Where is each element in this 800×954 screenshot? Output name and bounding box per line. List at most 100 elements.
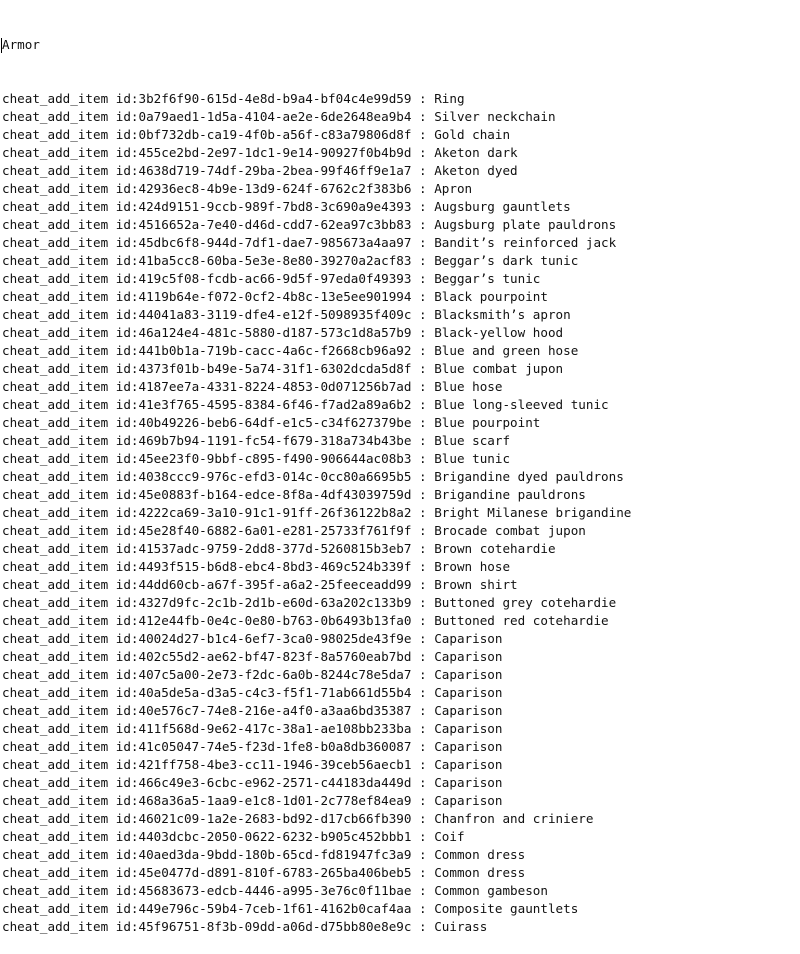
item-id: 40024d27-b1c4-6ef7-3ca0-98025de43f9e [138, 631, 412, 646]
item-id: 455ce2bd-2e97-1dc1-9e14-90927f0b4b9d [138, 145, 412, 160]
item-name: Brown cotehardie [434, 541, 556, 556]
separator: : [411, 883, 435, 898]
item-name: Caparison [434, 703, 503, 718]
item-name: Buttoned grey cotehardie [434, 595, 617, 610]
item-id: 4493f515-b6d8-ebc4-8bd3-469c524b339f [138, 559, 412, 574]
item-id: 44dd60cb-a67f-395f-a6a2-25feeceadd99 [138, 577, 412, 592]
command-keyword: cheat_add_item [2, 757, 109, 772]
item-name: Cuirass [434, 919, 488, 934]
command-keyword: cheat_add_item [2, 649, 109, 664]
command-line: cheat_add_item id:44041a83-3119-dfe4-e12… [2, 306, 800, 324]
item-id: 4119b64e-f072-0cf2-4b8c-13e5ee901994 [138, 289, 412, 304]
command-line: cheat_add_item id:40a5de5a-d3a5-c4c3-f5f… [2, 684, 800, 702]
id-prefix: id: [115, 487, 139, 502]
item-name: Blue and green hose [434, 343, 579, 358]
id-prefix: id: [115, 901, 139, 916]
id-prefix: id: [115, 433, 139, 448]
command-keyword: cheat_add_item [2, 451, 109, 466]
separator: : [411, 127, 435, 142]
item-id: 45dbc6f8-944d-7df1-dae7-985673a4aa97 [138, 235, 412, 250]
id-prefix: id: [115, 307, 139, 322]
command-keyword: cheat_add_item [2, 433, 109, 448]
command-keyword: cheat_add_item [2, 181, 109, 196]
id-prefix: id: [115, 199, 139, 214]
item-id: 40aed3da-9bdd-180b-65cd-fd81947fc3a9 [138, 847, 412, 862]
item-name: Bandit’s reinforced jack [434, 235, 617, 250]
item-name: Augsburg gauntlets [434, 199, 571, 214]
command-line: cheat_add_item id:4373f01b-b49e-5a74-31f… [2, 360, 800, 378]
separator: : [411, 595, 435, 610]
item-id: 469b7b94-1191-fc54-f679-318a734b43be [138, 433, 412, 448]
id-prefix: id: [115, 613, 139, 628]
separator: : [411, 217, 435, 232]
item-name: Caparison [434, 793, 503, 808]
command-line: cheat_add_item id:45e28f40-6882-6a01-e28… [2, 522, 800, 540]
item-name: Aketon dyed [434, 163, 518, 178]
command-line: cheat_add_item id:466c49e3-6cbc-e962-257… [2, 774, 800, 792]
command-keyword: cheat_add_item [2, 253, 109, 268]
item-name: Blacksmith’s apron [434, 307, 571, 322]
item-id: 4403dcbc-2050-0622-6232-b905c452bbb1 [138, 829, 412, 844]
separator: : [411, 163, 435, 178]
item-id: 411f568d-9e62-417c-38a1-ae108bb233ba [138, 721, 412, 736]
command-keyword: cheat_add_item [2, 325, 109, 340]
command-keyword: cheat_add_item [2, 379, 109, 394]
item-id: 45e28f40-6882-6a01-e281-25733f761f9f [138, 523, 412, 538]
command-keyword: cheat_add_item [2, 631, 109, 646]
separator: : [411, 307, 435, 322]
item-id: 421ff758-4be3-cc11-1946-39ceb56aecb1 [138, 757, 412, 772]
item-name: Blue scarf [434, 433, 511, 448]
separator: : [411, 379, 435, 394]
id-prefix: id: [115, 667, 139, 682]
separator: : [411, 199, 435, 214]
id-prefix: id: [115, 793, 139, 808]
separator: : [411, 919, 435, 934]
id-prefix: id: [115, 829, 139, 844]
command-line: cheat_add_item id:4038ccc9-976c-efd3-014… [2, 468, 800, 486]
separator: : [411, 415, 435, 430]
separator: : [411, 811, 435, 826]
id-prefix: id: [115, 685, 139, 700]
separator: : [411, 487, 435, 502]
text-editor[interactable]: Armor cheat_add_item id: 3b2f6f90-615d-4e… [1, 0, 800, 934]
command-line: cheat_add_item id:45e0883f-b164-edce-8f8… [2, 486, 800, 504]
command-keyword: cheat_add_item [2, 739, 109, 754]
item-id: 46a124e4-481c-5880-d187-573c1d8a57b9 [138, 325, 412, 340]
command-keyword: cheat_add_item [2, 145, 109, 160]
id-prefix: id: [115, 109, 139, 124]
separator: : [411, 649, 435, 664]
item-id: 45ee23f0-9bbf-c895-f490-906644ac08b3 [138, 451, 412, 466]
command-keyword: cheat_add_item [2, 901, 109, 916]
command-keyword: cheat_add_item [2, 397, 109, 412]
item-id: 412e44fb-0e4c-0e80-b763-0b6493b13fa0 [138, 613, 412, 628]
separator: : [411, 397, 435, 412]
command-keyword: cheat_add_item [2, 793, 109, 808]
id-prefix: id: [115, 523, 139, 538]
command-line: cheat_add_item id:41ba5cc8-60ba-5e3e-8e8… [2, 252, 800, 270]
separator: : [411, 829, 435, 844]
command-keyword: cheat_add_item [2, 847, 109, 862]
command-keyword: cheat_add_item [2, 883, 109, 898]
command-line: cheat_add_item id:0bf732db-ca19-4f0b-a56… [2, 126, 800, 144]
item-id: 40e576c7-74e8-216e-a4f0-a3aa6bd35387 [138, 703, 412, 718]
command-keyword: cheat_add_item [2, 721, 109, 736]
separator: : [411, 109, 435, 124]
command-keyword: cheat_add_item [2, 865, 109, 880]
id-prefix: id: [115, 127, 139, 142]
